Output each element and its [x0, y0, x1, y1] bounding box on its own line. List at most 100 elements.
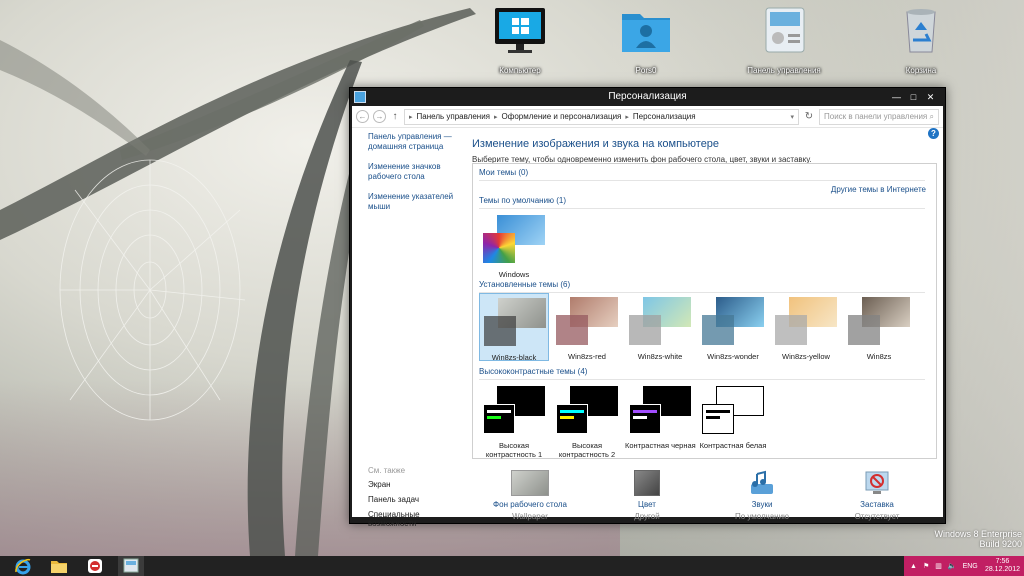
- window-title: Персонализация: [608, 91, 687, 102]
- theme-name: Win8zs-red: [568, 352, 606, 361]
- theme-win8zs-white[interactable]: Win8zs-white: [625, 293, 695, 361]
- personalization-window: Персонализация — □ ✕ ← → ↑ ▸ Панель упра…: [349, 87, 946, 528]
- theme-contrast-black[interactable]: Контрастная черная: [625, 382, 696, 456]
- desktop-icon-label: Панель управления: [747, 66, 821, 75]
- refresh-icon[interactable]: ↻: [803, 111, 815, 122]
- theme-win8zs[interactable]: Win8zs: [844, 293, 914, 361]
- language-indicator[interactable]: ENG: [963, 563, 978, 570]
- monitor-icon: [492, 4, 548, 56]
- wallpaper-thumbnail-icon: [511, 470, 549, 496]
- see-also-taskbar[interactable]: Панель задач: [368, 495, 468, 504]
- app-icon[interactable]: [82, 556, 108, 576]
- volume-icon[interactable]: 🔈: [948, 562, 957, 570]
- desktop-icon-label: Компьютер: [499, 66, 541, 75]
- desktop-icon-label: Корзина: [905, 66, 937, 75]
- control-panel-icon: [756, 4, 812, 56]
- chevron-down-icon[interactable]: ▾: [790, 113, 794, 121]
- theme-high-contrast-1[interactable]: Высокая контрастность 1: [479, 382, 549, 459]
- chevron-right-icon: ▸: [494, 113, 498, 121]
- os-watermark: Windows 8 Enterprise Build 9200: [934, 529, 1022, 549]
- search-input[interactable]: Поиск в панели управления ⌕: [819, 108, 939, 125]
- close-button[interactable]: ✕: [922, 88, 939, 106]
- see-also-display[interactable]: Экран: [368, 480, 468, 489]
- theme-name: Win8zs-wonder: [707, 352, 759, 361]
- theme-list: Мои темы (0) Другие темы в Интернете Тем…: [472, 163, 937, 459]
- see-also-accessibility[interactable]: Специальные возможности: [368, 510, 468, 528]
- theme-win8zs-red[interactable]: Win8zs-red: [552, 293, 622, 361]
- theme-name: Win8zs-white: [637, 352, 683, 361]
- user-folder-icon: [618, 4, 674, 56]
- customization-value: Другой: [634, 512, 660, 521]
- taskbar: ▲ ⚑ ▥ 🔈 ENG 7:56 28.12.2012: [0, 556, 1024, 576]
- control-panel-icon[interactable]: [118, 556, 144, 576]
- breadcrumb[interactable]: ▸ Панель управления ▸ Оформление и персо…: [404, 108, 799, 125]
- up-arrow-icon[interactable]: ↑: [390, 111, 400, 122]
- desktop-icon-recycle-bin[interactable]: Корзина: [882, 4, 960, 75]
- theme-win8zs-yellow[interactable]: Win8zs-yellow: [771, 293, 841, 361]
- group-high-contrast-themes: Высококонтрастные темы (4): [479, 367, 925, 380]
- theme-name: Высокая контрастность 2: [558, 441, 616, 459]
- theme-preview: [844, 293, 914, 345]
- theme-preview: [625, 293, 695, 345]
- screensaver-button[interactable]: Заставка Отсутствует: [827, 470, 927, 521]
- theme-preview: [479, 382, 549, 434]
- customization-bar: Фон рабочего стола Wallpaper Цвет Другой…: [472, 470, 937, 521]
- customization-title: Фон рабочего стола: [493, 500, 567, 509]
- breadcrumb-item[interactable]: Персонализация: [633, 112, 696, 121]
- theme-name: Win8zs: [866, 352, 892, 361]
- breadcrumb-item[interactable]: Оформление и персонализация: [502, 112, 622, 121]
- chevron-right-icon: ▸: [625, 113, 629, 121]
- maximize-button[interactable]: □: [905, 88, 922, 106]
- group-default-themes: Темы по умолчанию (1): [479, 196, 925, 209]
- theme-windows[interactable]: Windows: [479, 211, 549, 279]
- help-icon[interactable]: ?: [928, 128, 939, 139]
- window-content: Панель управления — домашняя страница Из…: [352, 128, 943, 528]
- sidebar-link-mouse-pointers[interactable]: Изменение указателей мыши: [368, 192, 468, 212]
- chevron-up-icon[interactable]: ▲: [910, 563, 917, 570]
- back-arrow-icon[interactable]: ←: [356, 110, 369, 123]
- theme-win8zs-black[interactable]: Win8zs-black: [479, 293, 549, 362]
- sounds-icon: [747, 470, 777, 496]
- theme-preview: [771, 293, 841, 345]
- title-bar[interactable]: Персонализация — □ ✕: [350, 88, 945, 106]
- theme-name: Win8zs-yellow: [782, 352, 830, 361]
- desktop-icon-control-panel[interactable]: Панель управления: [745, 4, 823, 75]
- theme-win8zs-wonder[interactable]: Win8zs-wonder: [698, 293, 768, 361]
- theme-preview: [698, 382, 768, 434]
- color-button[interactable]: Цвет Другой: [597, 470, 697, 521]
- customization-title: Цвет: [638, 500, 656, 509]
- sidebar: Панель управления — домашняя страница Из…: [368, 132, 468, 222]
- theme-contrast-white[interactable]: Контрастная белая: [698, 382, 768, 456]
- clock[interactable]: 7:56 28.12.2012: [985, 558, 1020, 574]
- file-explorer-icon[interactable]: [46, 556, 72, 576]
- watermark-build: Build 9200: [979, 539, 1022, 549]
- sounds-button[interactable]: Звуки По умолчанию: [712, 470, 812, 521]
- theme-high-contrast-2[interactable]: Высокая контрастность 2: [552, 382, 622, 459]
- breadcrumb-item[interactable]: Панель управления: [417, 112, 491, 121]
- page-title: Изменение изображения и звука на компьют…: [472, 138, 720, 150]
- internet-explorer-icon[interactable]: [10, 556, 36, 576]
- theme-preview: [625, 382, 695, 434]
- theme-name: Windows: [498, 270, 530, 279]
- clock-date: 28.12.2012: [984, 566, 1020, 573]
- network-icon[interactable]: ▥: [935, 562, 942, 570]
- see-also-label: См. также: [368, 466, 406, 475]
- flag-icon[interactable]: ⚑: [923, 562, 929, 570]
- desktop-icon-user-folder[interactable]: Pors0: [607, 4, 685, 75]
- online-themes-link[interactable]: Другие темы в Интернете: [831, 185, 926, 194]
- theme-preview: [479, 211, 549, 263]
- forward-arrow-icon[interactable]: →: [373, 110, 386, 123]
- minimize-button[interactable]: —: [888, 88, 905, 106]
- group-my-themes: Мои темы (0): [479, 168, 925, 181]
- sidebar-link-desktop-icons[interactable]: Изменение значков рабочего стола: [368, 162, 468, 182]
- theme-preview: [698, 293, 768, 345]
- clock-time: 7:56: [995, 558, 1010, 565]
- system-tray: ▲ ⚑ ▥ 🔈 ENG 7:56 28.12.2012: [904, 556, 1024, 576]
- window-app-icon: [354, 91, 366, 103]
- customization-value: Wallpaper: [512, 512, 548, 521]
- desktop-background-button[interactable]: Фон рабочего стола Wallpaper: [480, 470, 580, 521]
- theme-name: Высокая контрастность 1: [485, 441, 543, 459]
- desktop-icon-computer[interactable]: Компьютер: [481, 4, 559, 75]
- sidebar-link-home[interactable]: Панель управления — домашняя страница: [368, 132, 468, 152]
- search-placeholder: Поиск в панели управления: [824, 112, 928, 121]
